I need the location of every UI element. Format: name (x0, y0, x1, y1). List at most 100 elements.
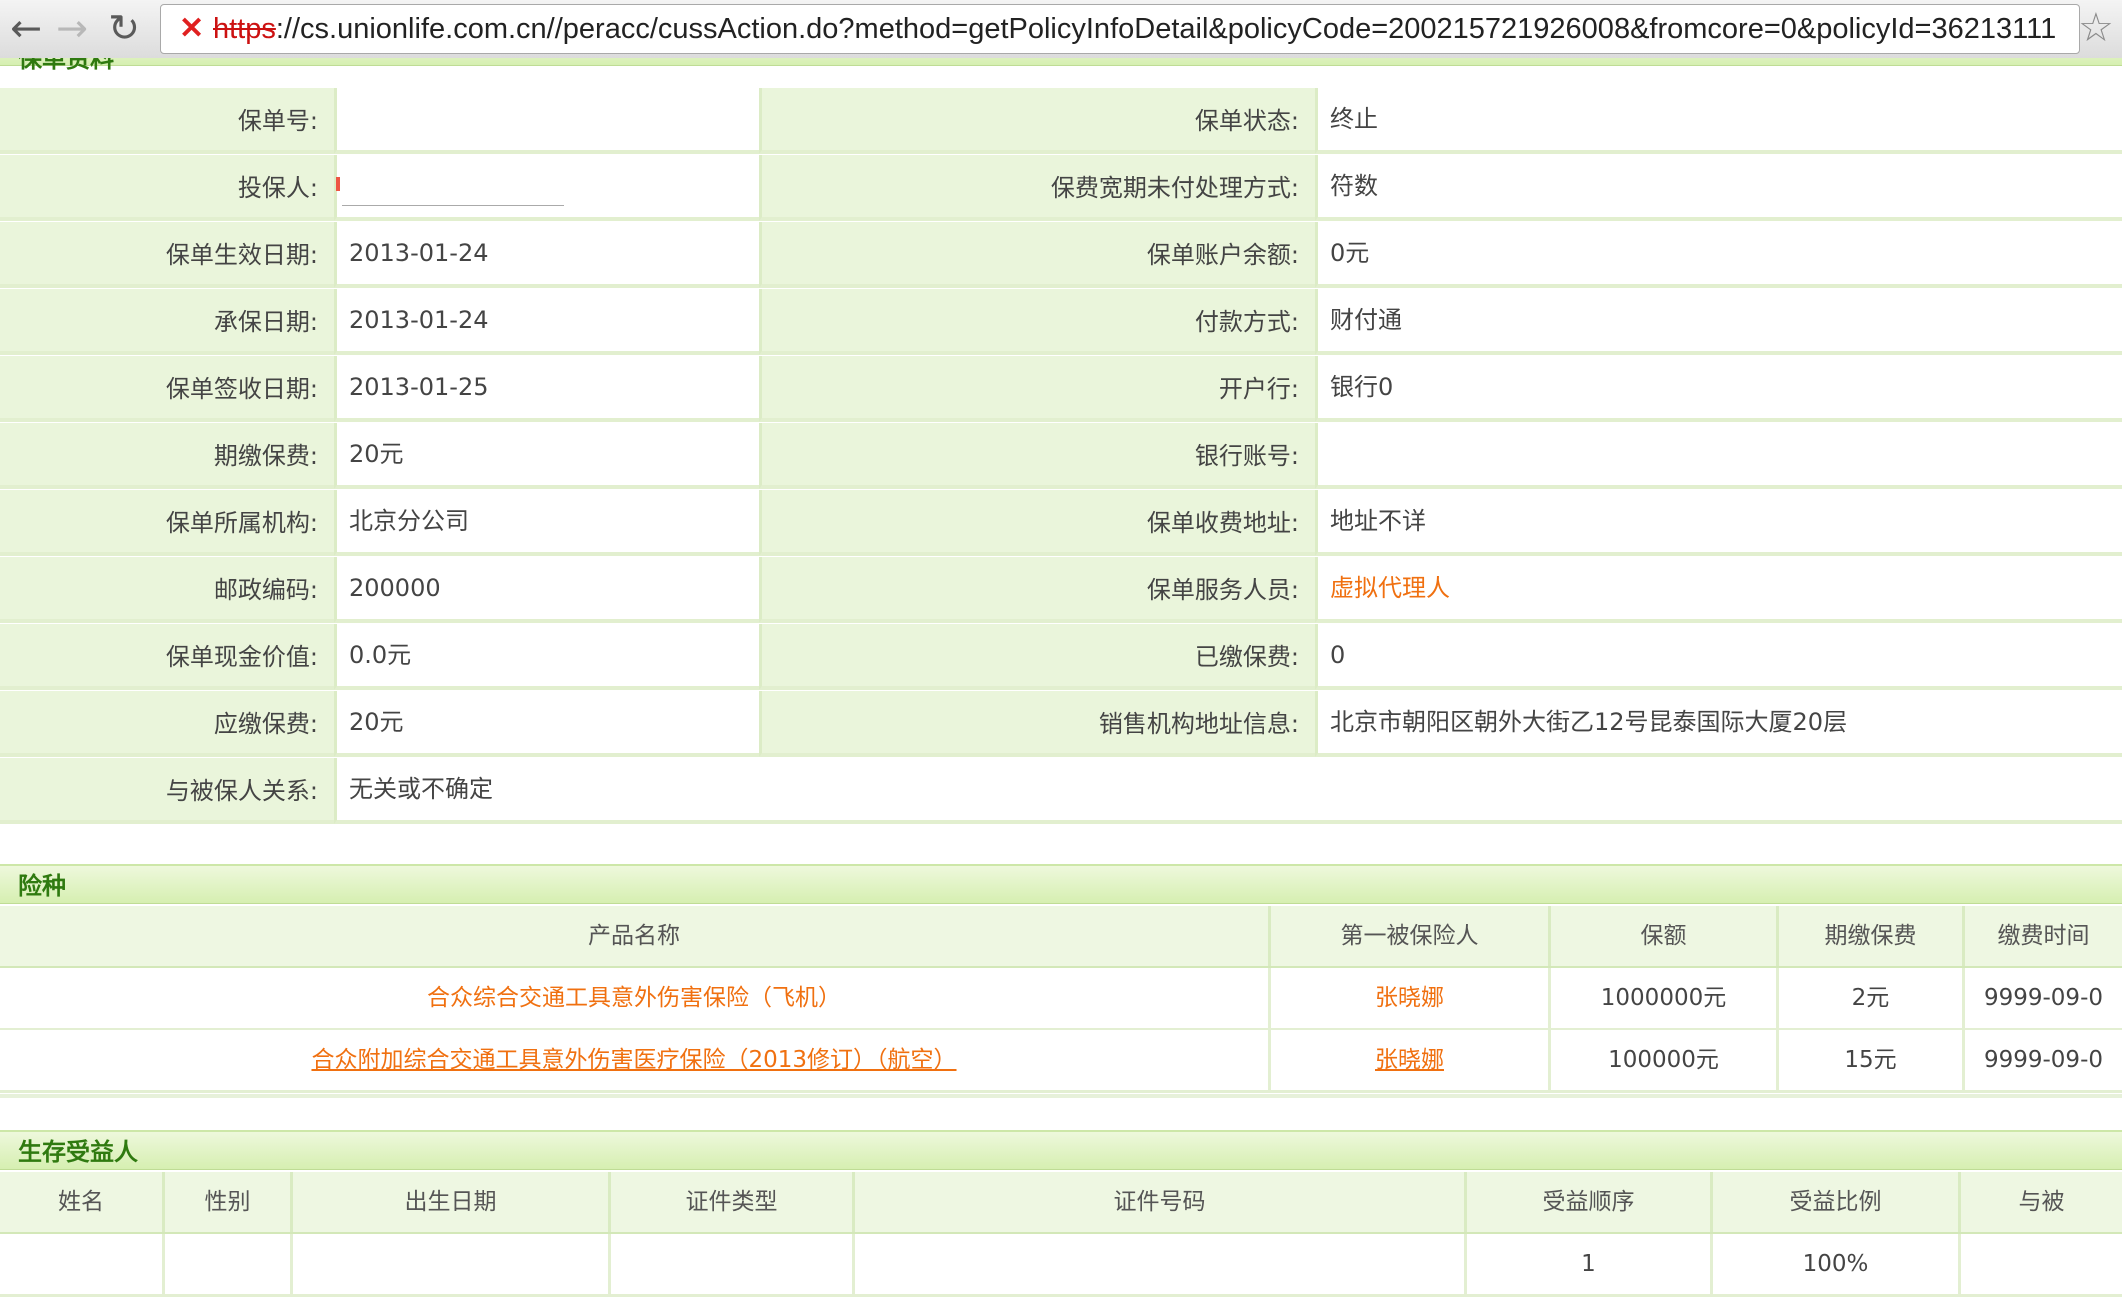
field-value: 20元 (334, 691, 759, 757)
info-row: 保单生效日期: 2013-01-24 保单账户余额: 0元 (0, 222, 2122, 288)
product-name-link[interactable]: 合众附加综合交通工具意外伤害医疗保险（2013修订）（航空） (0, 1030, 1268, 1090)
table-cell (0, 1234, 162, 1294)
table-cell: 1 (1464, 1234, 1710, 1294)
field-label: 银行账号: (759, 423, 1315, 489)
insured-name-link[interactable]: 张晓娜 (1268, 968, 1548, 1028)
policy-section-header: 保单资料 (0, 58, 2122, 73)
url-scheme: https (213, 13, 276, 45)
field-label: 期缴保费: (0, 423, 334, 489)
column-header: 受益顺序 (1464, 1172, 1710, 1232)
field-label: 保单生效日期: (0, 222, 334, 288)
table-cell: 1000000元 (1548, 968, 1776, 1028)
insecure-lock-icon: ✕ (179, 12, 205, 45)
field-value (334, 88, 759, 154)
service-agent-link[interactable]: 虚拟代理人 (1315, 557, 2122, 623)
field-label: 保单现金价值: (0, 624, 334, 690)
field-label: 保单收费地址: (759, 490, 1315, 556)
browser-toolbar: ← → ↻ ✕ https://cs.unionlife.com.cn//per… (0, 0, 2122, 59)
column-header: 证件类型 (608, 1172, 852, 1232)
field-label: 已缴保费: (759, 624, 1315, 690)
field-value: 2013-01-24 (334, 222, 759, 288)
column-header: 性别 (162, 1172, 290, 1232)
url-path: ://cs.unionlife.com.cn//peracc/cussActio… (275, 13, 2057, 45)
field-label: 销售机构地址信息: (759, 691, 1315, 757)
column-header: 产品名称 (588, 923, 680, 949)
policy-detail-page: 保单资料 保单号: 保单状态: 终止 投保人: 保费宽期未付处理方式: 符数 保单生效日期:… (0, 58, 2122, 1312)
field-label: 保单所属机构: (0, 490, 334, 556)
field-label: 开户行: (759, 356, 1315, 422)
policy-section-title: 保单资料 (18, 58, 114, 73)
info-row: 保单现金价值: 0.0元 已缴保费: 0 (0, 624, 2122, 690)
table-cell: 15元 (1776, 1030, 1962, 1090)
forward-button[interactable]: → (48, 4, 96, 52)
coverage-table-header: 产品名称 第一被保险人 保额 期缴保费 缴费时间 (0, 906, 2122, 968)
column-header: 证件号码 (852, 1172, 1464, 1232)
beneficiary-section-header: 生存受益人 (0, 1130, 2122, 1170)
column-header: 第一被保险人 (1268, 906, 1548, 966)
field-value: 无关或不确定 (334, 758, 2122, 824)
table-cell: 9999-09-0 (1962, 968, 2122, 1028)
field-value: 20元 (334, 423, 759, 489)
info-row: 应缴保费: 20元 销售机构地址信息: 北京市朝阳区朝外大街乙12号昆泰国际大厦20层 (0, 691, 2122, 757)
info-row: 承保日期: 2013-01-24 付款方式: 财付通 (0, 289, 2122, 355)
field-value: 终止 (1315, 88, 2122, 154)
info-row: 邮政编码: 200000 保单服务人员: 虚拟代理人 (0, 557, 2122, 623)
field-value (1315, 423, 2122, 489)
table-cell (290, 1234, 608, 1294)
field-value: 0.0元 (334, 624, 759, 690)
field-value: 财付通 (1315, 289, 2122, 355)
field-value: 0元 (1315, 222, 2122, 288)
product-name-link[interactable]: 合众综合交通工具意外伤害保险（飞机） (0, 968, 1268, 1028)
reload-button[interactable]: ↻ (100, 4, 148, 52)
field-value: 北京分公司 (334, 490, 759, 556)
info-row: 与被保人关系: 无关或不确定 (0, 758, 2122, 824)
column-header: 出生日期 (290, 1172, 608, 1232)
field-value: 银行0 (1315, 356, 2122, 422)
address-bar[interactable]: ✕ https://cs.unionlife.com.cn//peracc/cu… (160, 4, 2080, 54)
info-row: 保单所属机构: 北京分公司 保单收费地址: 地址不详 (0, 490, 2122, 556)
field-label: 应缴保费: (0, 691, 334, 757)
column-header: 受益比例 (1710, 1172, 1958, 1232)
coverage-section-title: 险种 (18, 872, 66, 900)
field-value: 2013-01-25 (334, 356, 759, 422)
table-row: 合众附加综合交通工具意外伤害医疗保险（2013修订）（航空） 张晓娜 100000元… (0, 1030, 2122, 1093)
coverage-section-header: 险种 (0, 864, 2122, 904)
info-row: 期缴保费: 20元 银行账号: (0, 423, 2122, 489)
field-label: 与被保人关系: (0, 758, 334, 824)
field-value (334, 155, 759, 221)
field-label: 承保日期: (0, 289, 334, 355)
column-header: 姓名 (58, 1189, 104, 1215)
redacted-underline (342, 205, 564, 206)
table-cell (162, 1234, 290, 1294)
table-cell (608, 1234, 852, 1294)
field-value: 符数 (1315, 155, 2122, 221)
column-header: 期缴保费 (1776, 906, 1962, 966)
table-cell (1958, 1234, 2122, 1294)
section-divider (0, 1094, 2122, 1098)
field-label: 保单服务人员: (759, 557, 1315, 623)
insured-name-link[interactable]: 张晓娜 (1268, 1030, 1548, 1090)
beneficiary-section-title: 生存受益人 (18, 1138, 138, 1166)
back-button[interactable]: ← (2, 4, 50, 52)
field-label: 投保人: (0, 155, 334, 221)
star-icon[interactable]: ☆ (2078, 4, 2114, 52)
table-cell: 9999-09-0 (1962, 1030, 2122, 1090)
column-header: 缴费时间 (1962, 906, 2122, 966)
table-cell (852, 1234, 1464, 1294)
field-value: 2013-01-24 (334, 289, 759, 355)
info-row: 保单号: 保单状态: 终止 (0, 88, 2122, 154)
field-label: 邮政编码: (0, 557, 334, 623)
field-label: 付款方式: (759, 289, 1315, 355)
column-header: 保额 (1548, 906, 1776, 966)
field-label: 保费宽期未付处理方式: (759, 155, 1315, 221)
table-cell: 2元 (1776, 968, 1962, 1028)
column-header: 与被 (1958, 1172, 2122, 1232)
field-label: 保单号: (0, 88, 334, 154)
field-label: 保单状态: (759, 88, 1315, 154)
reload-icon: ↻ (108, 6, 140, 50)
arrow-right-icon: → (56, 6, 88, 50)
field-label: 保单账户余额: (759, 222, 1315, 288)
field-value: 0 (1315, 624, 2122, 690)
beneficiary-table-header: 姓名 性别 出生日期 证件类型 证件号码 受益顺序 受益比例 与被 (0, 1172, 2122, 1234)
arrow-left-icon: ← (10, 6, 42, 50)
